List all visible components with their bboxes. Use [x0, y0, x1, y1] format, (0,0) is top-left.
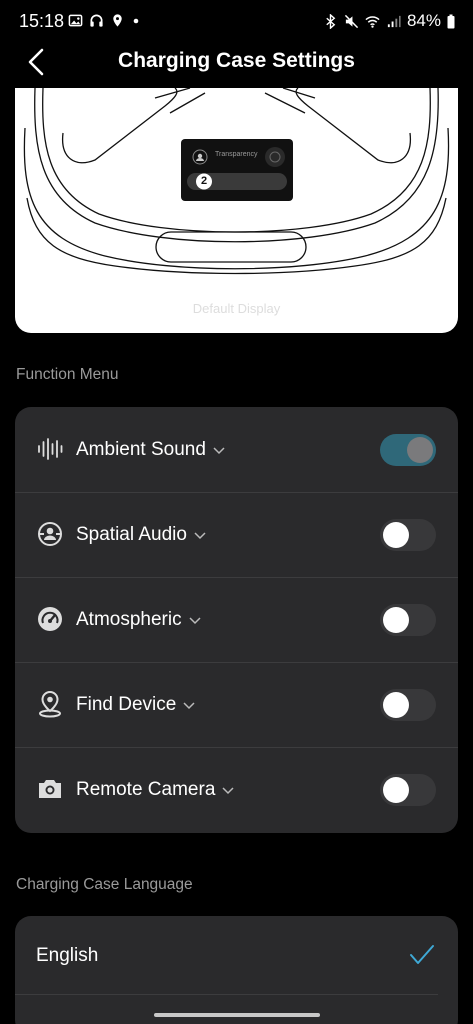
ambient-sound-selector[interactable]: Ambient Sound	[76, 439, 226, 461]
menu-item-label: Spatial Audio	[76, 524, 187, 545]
divider	[15, 492, 458, 493]
divider	[15, 994, 438, 995]
screen-mode-label: Transparency	[215, 151, 258, 158]
menu-item-remote-camera[interactable]: Remote Camera	[15, 747, 458, 832]
divider	[15, 577, 458, 578]
mute-icon	[344, 14, 359, 28]
case-preview-card: Transparency 2 Default Display	[15, 88, 458, 333]
status-time: 15:18	[19, 11, 65, 31]
function-menu-card: Ambient Sound Spatial Audio Atmospheric …	[15, 407, 458, 833]
checkmark-icon	[410, 945, 434, 964]
chevron-down-icon	[183, 702, 195, 710]
menu-item-spatial-audio[interactable]: Spatial Audio	[15, 492, 458, 577]
status-notification-icons	[68, 12, 141, 28]
chevron-down-icon	[189, 617, 201, 625]
battery-icon	[447, 14, 455, 28]
gauge-icon	[38, 607, 62, 631]
menu-item-label: Remote Camera	[76, 779, 216, 800]
toggle-knob	[383, 777, 409, 803]
toggle-knob	[383, 522, 409, 548]
location-pin-icon	[39, 690, 61, 718]
remote-camera-toggle[interactable]	[380, 774, 436, 806]
menu-item-label: Atmospheric	[76, 609, 182, 630]
language-section-label: Charging Case Language	[16, 876, 193, 893]
divider	[15, 662, 458, 663]
status-bar: 15:18 84%	[0, 0, 473, 40]
wifi-icon	[365, 15, 380, 28]
language-card: English	[15, 916, 458, 1024]
ambient-sound-toggle[interactable]	[380, 434, 436, 466]
menu-item-atmospheric[interactable]: Atmospheric	[15, 577, 458, 662]
find-device-toggle[interactable]	[380, 689, 436, 721]
location-icon	[113, 13, 122, 27]
menu-item-find-device[interactable]: Find Device	[15, 662, 458, 747]
home-indicator[interactable]	[154, 1013, 320, 1017]
spatial-audio-selector[interactable]: Spatial Audio	[76, 524, 207, 546]
divider	[15, 747, 458, 748]
toggle-knob	[383, 692, 409, 718]
menu-item-label: Find Device	[76, 694, 177, 715]
language-option-english[interactable]: English	[15, 916, 458, 996]
header: Charging Case Settings	[0, 40, 473, 84]
function-menu-label: Function Menu	[16, 366, 119, 383]
gallery-icon	[68, 14, 83, 26]
waveform-icon	[38, 438, 63, 460]
spatial-audio-icon	[38, 522, 62, 546]
chevron-down-icon	[222, 787, 234, 795]
screen-badge: 2	[200, 175, 208, 187]
page-title: Charging Case Settings	[118, 49, 355, 72]
preview-caption: Default Display	[192, 301, 281, 316]
camera-icon	[39, 780, 61, 798]
menu-item-label: Ambient Sound	[76, 439, 206, 460]
chevron-down-icon	[213, 447, 225, 455]
bluetooth-icon	[326, 13, 336, 29]
headphones-icon	[90, 14, 103, 27]
remote-camera-selector[interactable]: Remote Camera	[76, 779, 235, 801]
language-option-label: English	[36, 945, 99, 966]
charging-case-illustration	[23, 88, 450, 275]
status-system-icons: 84%	[323, 11, 455, 31]
spatial-audio-toggle[interactable]	[380, 519, 436, 551]
menu-item-ambient-sound[interactable]: Ambient Sound	[15, 407, 458, 492]
toggle-knob	[407, 437, 433, 463]
signal-icon	[387, 15, 401, 27]
dot-icon	[133, 18, 139, 24]
atmospheric-selector[interactable]: Atmospheric	[76, 609, 202, 631]
atmospheric-toggle[interactable]	[380, 604, 436, 636]
chevron-down-icon	[194, 532, 206, 540]
toggle-knob	[383, 607, 409, 633]
find-device-selector[interactable]: Find Device	[76, 694, 196, 716]
battery-percentage: 84%	[406, 11, 441, 30]
